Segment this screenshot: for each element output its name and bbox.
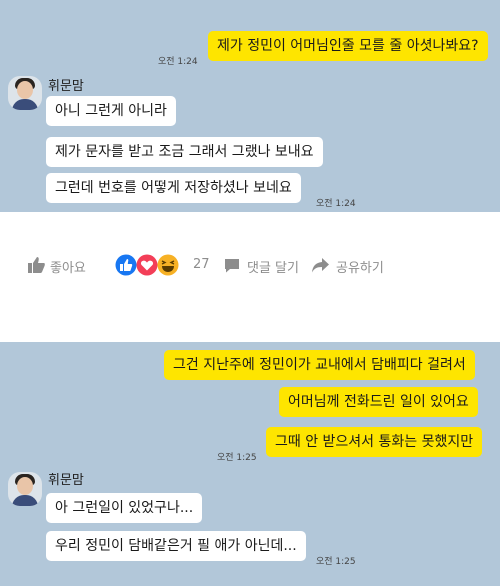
love-reaction-icon [136, 254, 158, 276]
message-time: 오전 1:24 [158, 57, 198, 67]
comment-icon[interactable] [224, 258, 240, 273]
chat-screenshot-top: 제가 정민이 어머님인줄 모를 줄 아셧나봐요? 오전 1:24 휘문맘 아니 … [0, 0, 500, 212]
share-button[interactable]: 공유하기 [336, 257, 384, 276]
other-message-bubble: 그런데 번호를 어떻게 저장하셨나 보네요 [46, 173, 301, 203]
comment-button[interactable]: 댓글 달기 [247, 257, 299, 276]
chat-screenshot-bottom: 그건 지난주에 정민이가 교내에서 담배피다 걸려서 어머님께 전화드린 일이 … [0, 342, 500, 586]
share-icon[interactable] [312, 258, 329, 273]
like-reaction-icon [115, 254, 137, 276]
like-button[interactable]: 좋아요 [50, 257, 86, 276]
sender-name: 휘문맘 [48, 473, 84, 488]
reaction-count: 27 [193, 257, 210, 272]
sender-avatar [8, 76, 42, 110]
my-message-bubble: 그건 지난주에 정민이가 교내에서 담배피다 걸려서 [164, 350, 475, 380]
haha-reaction-icon [157, 254, 179, 276]
other-message-bubble: 아 그런일이 있었구나... [46, 493, 203, 523]
sender-name: 휘문맘 [48, 79, 84, 94]
message-time: 오전 1:24 [316, 199, 356, 209]
other-message-bubble: 우리 정민이 담배같은거 필 애가 아닌데... [46, 531, 306, 561]
thumbs-up-icon[interactable] [28, 257, 45, 273]
facebook-action-bar [0, 212, 500, 342]
other-message-bubble: 제가 문자를 받고 조금 그래서 그랬나 보내요 [46, 137, 323, 167]
my-message-bubble: 그때 안 받으셔서 통화는 못했지만 [266, 427, 483, 457]
other-message-bubble: 아니 그런게 아니라 [46, 96, 176, 126]
sender-avatar [8, 472, 42, 506]
my-message-bubble: 어머님께 전화드린 일이 있어요 [279, 387, 478, 417]
my-message-bubble: 제가 정민이 어머님인줄 모를 줄 아셧나봐요? [208, 31, 488, 61]
message-time: 오전 1:25 [217, 453, 257, 463]
message-time: 오전 1:25 [316, 557, 356, 567]
